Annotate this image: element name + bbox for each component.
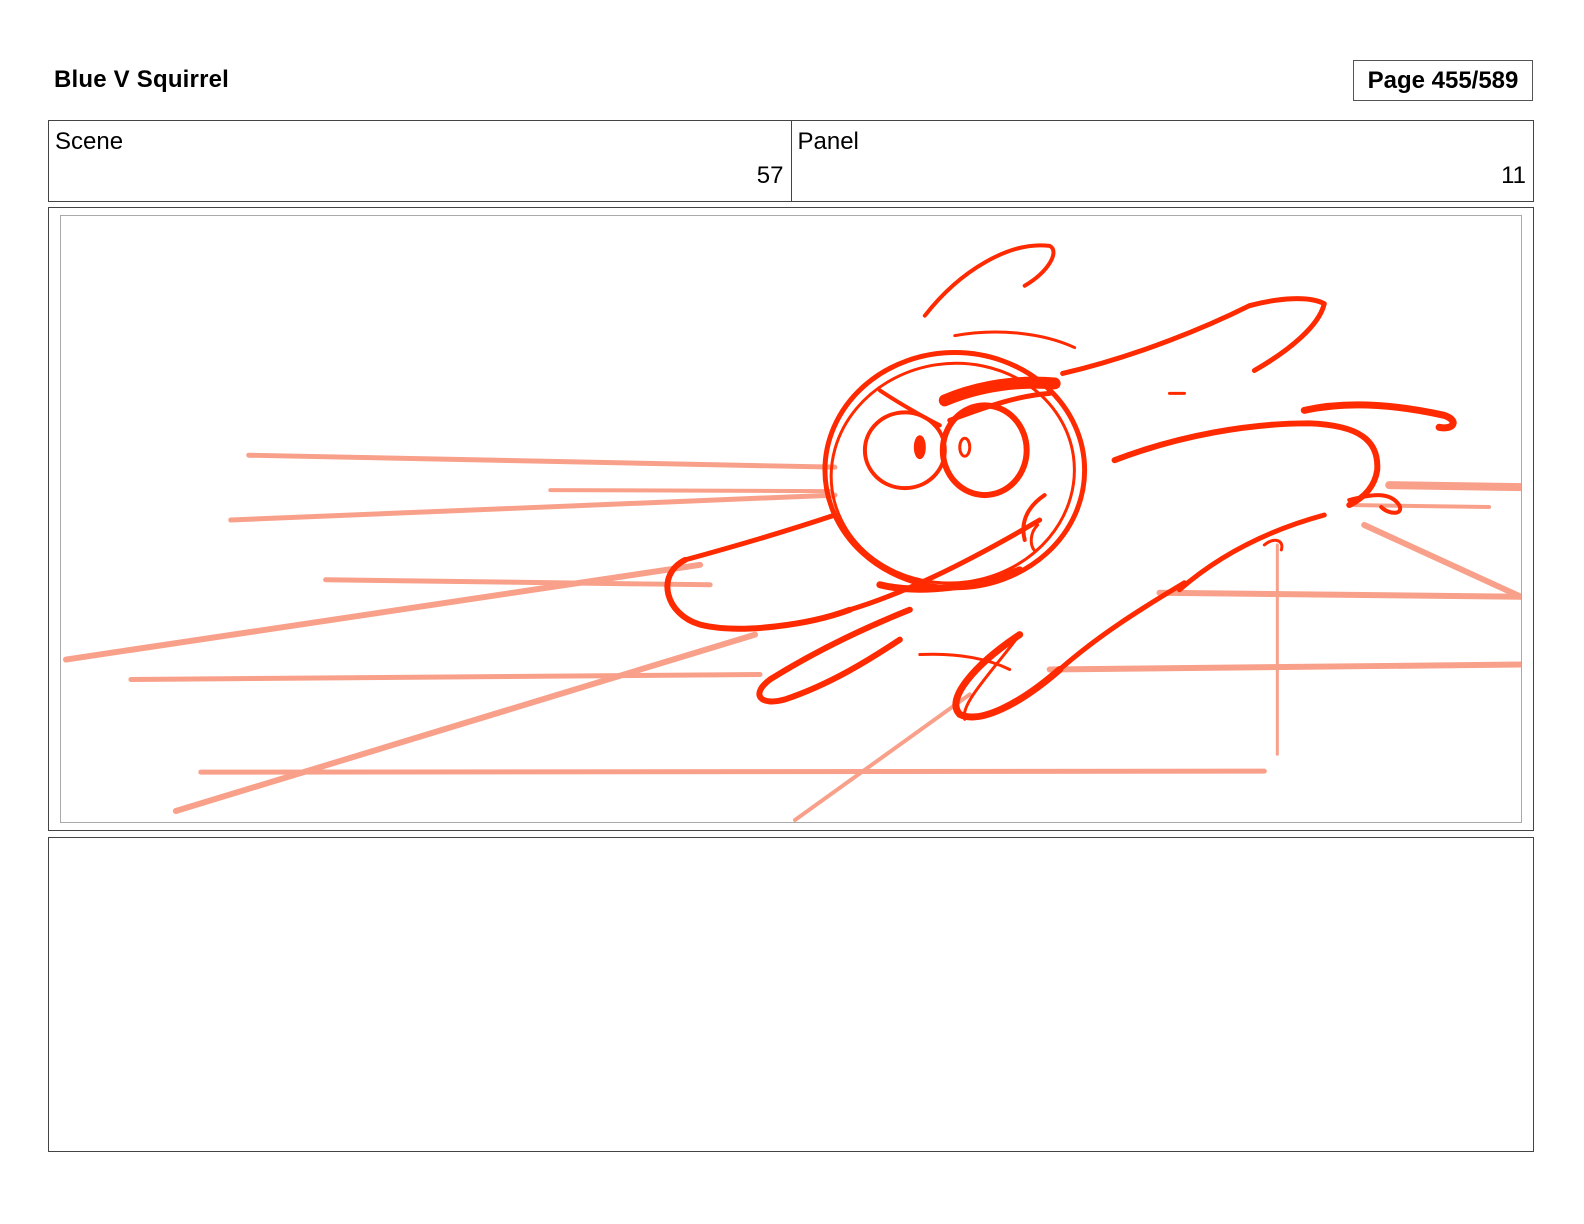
- document-title: Blue V Squirrel: [54, 66, 230, 93]
- scene-value: 57: [756, 162, 784, 189]
- storyboard-frame: [48, 207, 1534, 831]
- panel-value: 11: [1501, 162, 1526, 189]
- storyboard-image: [60, 215, 1522, 823]
- panel-label: Panel: [797, 128, 859, 155]
- speed-lines: [62, 452, 1521, 822]
- scene-cell: Scene 57: [49, 121, 791, 201]
- action-notes-box: [48, 837, 1534, 1152]
- squirrel-sketch: [62, 243, 1521, 822]
- page-number-label: Page 455/589: [1367, 66, 1519, 94]
- scene-label: Scene: [55, 128, 124, 155]
- panel-cell: Panel 11: [790, 121, 1534, 201]
- page-number-box: Page 455/589: [1353, 60, 1533, 101]
- character-strokes: [664, 243, 1457, 721]
- scene-panel-info: Scene 57 Panel 11: [48, 120, 1534, 202]
